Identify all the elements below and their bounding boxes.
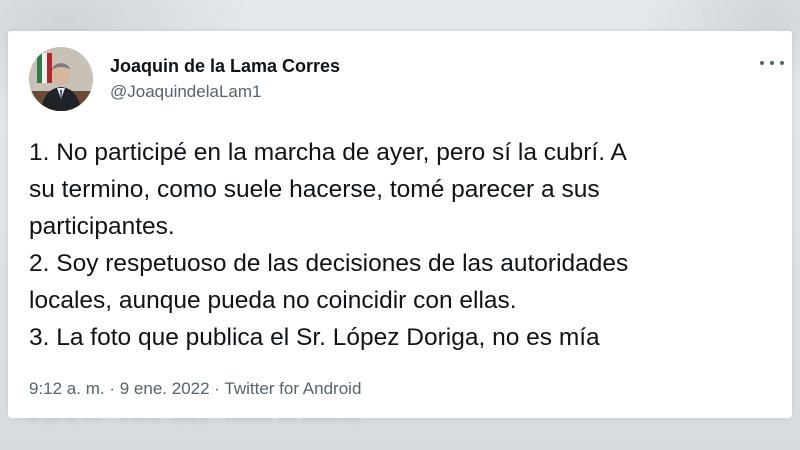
- tweet-text-line: 3. La foto que publica el Sr. López Dori…: [29, 324, 600, 351]
- tweet-text-line: locales, aunque pueda no coincidir con e…: [29, 287, 517, 314]
- tweet-text-line: 2. Soy respetuoso de las decisiones de l…: [29, 250, 629, 277]
- more-horizontal-icon-dot: [780, 61, 784, 65]
- tweet-source[interactable]: Twitter for Android: [224, 379, 361, 398]
- tweet-text-line: participantes.: [29, 213, 175, 240]
- tweet-text-line: su termino, como suele hacerse, tomé par…: [29, 176, 600, 203]
- tweet-text-line: 1. No participé en la marcha de ayer, pe…: [29, 139, 627, 166]
- metadata-separator: ·: [109, 379, 116, 398]
- more-options-button[interactable]: [760, 53, 784, 73]
- avatar[interactable]: [29, 47, 93, 111]
- more-horizontal-icon-dot: [770, 61, 774, 65]
- profile-photo-icon: [29, 47, 93, 111]
- tweet-date[interactable]: 9 ene. 2022: [120, 379, 210, 398]
- tweet-card: Joaquin de la Lama Corres @JoaquindelaLa…: [8, 31, 792, 418]
- user-handle[interactable]: @JoaquindelaLam1: [110, 82, 261, 102]
- tweet-time[interactable]: 9:12 a. m.: [29, 379, 105, 398]
- tweet-metadata: 9:12 a. m. · 9 ene. 2022 · Twitter for A…: [29, 379, 361, 399]
- metadata-separator: ·: [214, 379, 220, 398]
- more-horizontal-icon-dot: [760, 61, 764, 65]
- tweet-text: 1. No participé en la marcha de ayer, pe…: [29, 134, 779, 356]
- display-name[interactable]: Joaquin de la Lama Corres: [110, 56, 340, 77]
